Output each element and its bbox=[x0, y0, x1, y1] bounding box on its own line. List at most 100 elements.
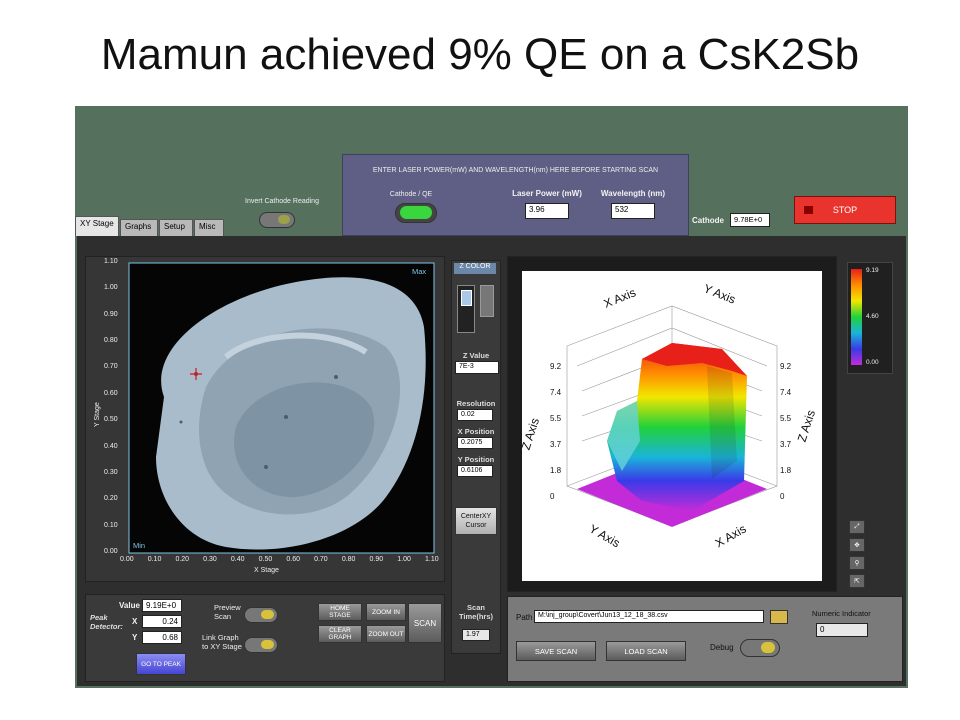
tab-xy-stage[interactable]: XY Stage bbox=[75, 216, 119, 236]
clear-graph-button[interactable]: CLEAR GRAPH bbox=[318, 625, 362, 643]
toggle-indicator-icon bbox=[278, 215, 290, 224]
toggle-indicator-icon bbox=[261, 610, 274, 619]
file-controls-panel: Path M:\inj_group\Covert\Jun13_12_18_38.… bbox=[507, 596, 903, 682]
y-position-value: 0.6106 bbox=[457, 465, 493, 477]
zoom-out-button[interactable]: ZOOM OUT bbox=[366, 625, 406, 643]
x-tick-label: 0.70 bbox=[314, 556, 328, 563]
center-xy-cursor-button[interactable]: CenterXY Cursor bbox=[455, 507, 497, 535]
go-to-peak-button[interactable]: GO TO PEAK bbox=[136, 653, 186, 675]
view-rotate-icon[interactable]: ⤢ bbox=[849, 520, 865, 534]
x-position-label: X Position bbox=[457, 427, 495, 436]
color-scale: 9.19 4.60 0.00 bbox=[847, 262, 893, 374]
tab-setup[interactable]: Setup bbox=[159, 219, 193, 236]
zoom-in-button[interactable]: ZOOM IN bbox=[366, 603, 406, 621]
laser-power-input[interactable]: 3.96 bbox=[525, 203, 569, 219]
labview-front-panel: Invert Cathode Reading ENTER LASER POWER… bbox=[75, 106, 908, 688]
link-graph-toggle[interactable] bbox=[244, 637, 278, 653]
cathode-qe-switch[interactable] bbox=[395, 203, 437, 223]
y-tick-label: 0.40 bbox=[104, 442, 118, 450]
xy-intensity-map[interactable] bbox=[86, 257, 446, 583]
scan-time-value: 1.97 bbox=[462, 629, 490, 641]
y-tick-label: 1.00 bbox=[104, 284, 118, 292]
peak-detector-label: Peak Detector: bbox=[90, 613, 123, 631]
z-tick-label: 3.7 bbox=[780, 440, 792, 449]
stop-button[interactable]: STOP bbox=[794, 196, 896, 224]
z-color-ramp[interactable] bbox=[480, 285, 494, 317]
z-value-label: Z Value bbox=[462, 351, 490, 360]
tab-misc[interactable]: Misc bbox=[194, 219, 224, 236]
view-zoom-icon[interactable]: ⚲ bbox=[849, 556, 865, 570]
cathode-label: Cathode bbox=[692, 216, 724, 225]
view-reset-icon[interactable]: ⇱ bbox=[849, 574, 865, 588]
load-scan-button[interactable]: LOAD SCAN bbox=[606, 641, 686, 661]
y-tick-label: 0.70 bbox=[104, 363, 118, 371]
numeric-indicator-label: Numeric Indicator bbox=[812, 609, 871, 618]
save-scan-button[interactable]: SAVE SCAN bbox=[516, 641, 596, 661]
x-tick-label: 0.30 bbox=[203, 556, 217, 563]
y-position-label: Y Position bbox=[457, 455, 495, 464]
wavelength-input[interactable]: 532 bbox=[611, 203, 655, 219]
peak-y-value: 0.68 bbox=[142, 631, 182, 644]
control-column: Z COLOR Z Value 7E-3 Resolution 0.02 X P… bbox=[451, 260, 501, 654]
stop-indicator-icon bbox=[804, 206, 813, 214]
tab-graphs[interactable]: Graphs bbox=[120, 219, 158, 236]
max-label: Max bbox=[412, 267, 427, 276]
panel-instruction: ENTER LASER POWER(mW) AND WAVELENGTH(nm)… bbox=[372, 167, 659, 174]
numeric-indicator-value: 0 bbox=[816, 623, 868, 637]
path-input[interactable]: M:\inj_group\Covert\Jun13_12_18_38.csv bbox=[534, 610, 764, 623]
folder-browse-icon[interactable] bbox=[770, 610, 788, 624]
toggle-indicator-icon bbox=[261, 640, 274, 649]
toggle-indicator-icon bbox=[761, 642, 775, 653]
preview-scan-toggle[interactable] bbox=[244, 607, 278, 623]
y-tick-label: 0.60 bbox=[104, 389, 118, 397]
x-tick-label: 0.90 bbox=[369, 556, 384, 563]
z-tick-label: 5.5 bbox=[780, 414, 792, 423]
cathode-qe-label: Cathode / QE bbox=[389, 191, 433, 198]
z-tick-label: 0 bbox=[550, 492, 555, 501]
slide-title: Mamun achieved 9% QE on a CsK2Sb bbox=[100, 30, 860, 79]
wavelength-label: Wavelength (nm) bbox=[600, 189, 666, 198]
z-tick-label: 7.4 bbox=[780, 388, 792, 397]
z-slider[interactable] bbox=[457, 285, 475, 333]
x-axis-label: X Stage bbox=[254, 567, 279, 574]
x-tick-label: 1.10 bbox=[425, 556, 439, 563]
y-tick-label: 0.90 bbox=[104, 310, 118, 318]
debug-toggle[interactable] bbox=[740, 639, 780, 657]
x-tick-label: 1.00 bbox=[397, 556, 411, 563]
invert-cathode-label: Invert Cathode Reading bbox=[245, 198, 319, 205]
surface-3d-plot[interactable]: 9.2 7.4 5.5 3.7 1.8 0 9.2 7.4 5.5 3.7 1.8 0 bbox=[522, 271, 822, 581]
preview-scan-label: Preview Scan bbox=[214, 603, 241, 621]
y-tick-label: 0.30 bbox=[104, 468, 118, 476]
z-tick-label: 3.7 bbox=[550, 440, 562, 449]
surface-plot-panel: 9.2 7.4 5.5 3.7 1.8 0 9.2 7.4 5.5 3.7 1.8 0 X Axis… bbox=[507, 256, 837, 592]
slider-thumb-icon bbox=[461, 290, 472, 306]
color-scale-bar bbox=[851, 269, 862, 365]
x-tick-label: 0.80 bbox=[341, 556, 356, 563]
scale-mid-tick: 4.60 bbox=[866, 313, 879, 320]
scan-button[interactable]: SCAN bbox=[408, 603, 442, 643]
scan-time-label: Scan Time(hrs) bbox=[458, 603, 494, 621]
cathode-value: 9.78E+0 bbox=[730, 213, 770, 227]
led-green-icon bbox=[400, 206, 432, 219]
x-tick-label: 0.00 bbox=[120, 556, 134, 563]
z-tick-label: 7.4 bbox=[550, 388, 562, 397]
invert-cathode-toggle[interactable] bbox=[259, 212, 295, 228]
peak-value-label: Value bbox=[119, 601, 140, 610]
xy-plot-panel: Max Min 1.10 1.00 0.90 0.80 0.70 0.60 0.50 0.40… bbox=[85, 256, 445, 582]
path-label: Path bbox=[516, 613, 533, 622]
laser-power-label: Laser Power (mW) bbox=[512, 189, 582, 198]
home-stage-button[interactable]: HOME STAGE bbox=[318, 603, 362, 621]
z-value-input[interactable]: 7E-3 bbox=[455, 361, 499, 374]
xy-stage-tab-content: Max Min 1.10 1.00 0.90 0.80 0.70 0.60 0.50 0.40… bbox=[77, 236, 906, 686]
y-axis-label: Y Stage bbox=[94, 402, 101, 427]
view-pan-icon[interactable]: ✥ bbox=[849, 538, 865, 552]
x-tick-label: 0.20 bbox=[175, 556, 190, 563]
y-tick-label: 0.20 bbox=[104, 495, 118, 503]
y-tick-label: 0.00 bbox=[104, 548, 118, 555]
peak-x-label: X bbox=[132, 617, 138, 626]
link-graph-label: Link Graph to XY Stage bbox=[202, 633, 242, 651]
y-tick-label: 0.10 bbox=[104, 521, 118, 529]
y-tick-label: 1.10 bbox=[104, 258, 118, 265]
resolution-input[interactable]: 0.02 bbox=[457, 409, 493, 421]
laser-settings-panel: ENTER LASER POWER(mW) AND WAVELENGTH(nm)… bbox=[342, 154, 689, 236]
